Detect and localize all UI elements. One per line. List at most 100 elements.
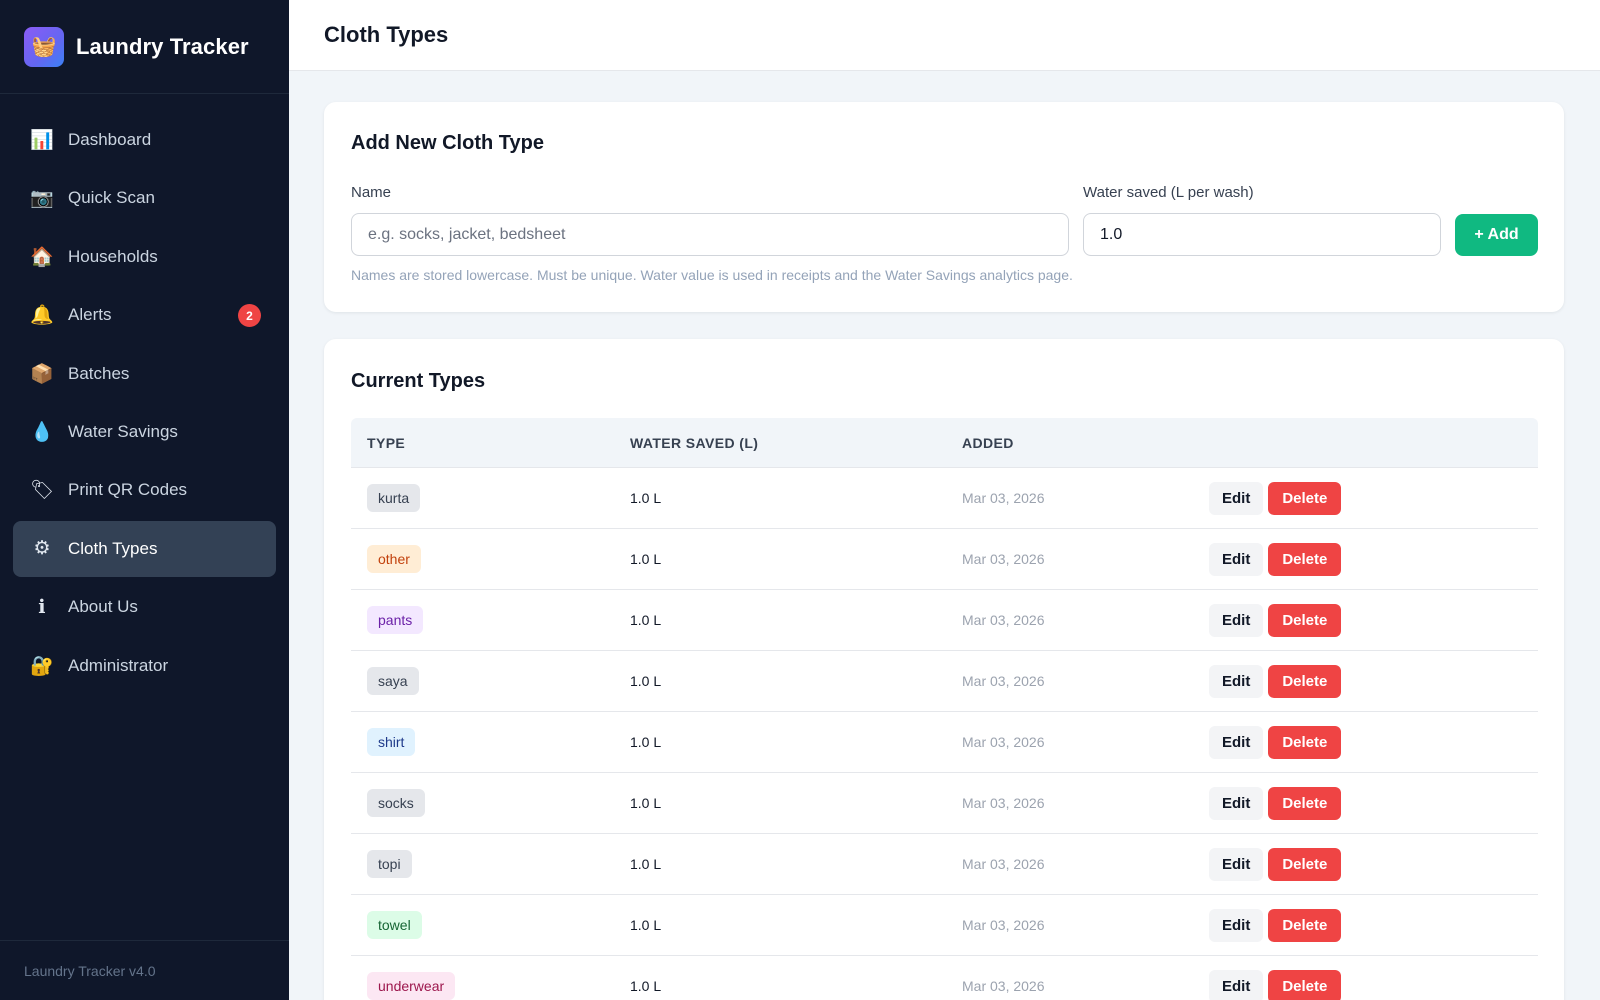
delete-button[interactable]: Delete <box>1268 725 1342 759</box>
form-hint: Names are stored lowercase. Must be uniq… <box>351 267 1073 283</box>
type-cell: socks <box>367 773 425 833</box>
delete-button[interactable]: Delete <box>1268 969 1342 1000</box>
sidebar-item-households[interactable]: 🏠 Households <box>13 229 276 285</box>
delete-button[interactable]: Delete <box>1268 664 1342 698</box>
cloth-type-tag: kurta <box>367 484 421 512</box>
sidebar-item-cloth-types[interactable]: ⚙ Cloth Types <box>13 520 276 577</box>
cloth-type-tag: other <box>367 545 421 573</box>
table-row: saya 1.0 L Mar 03, 2026 Edit Delete <box>351 651 1538 712</box>
cloth-type-tag: saya <box>367 667 419 695</box>
delete-button[interactable]: Delete <box>1268 908 1342 942</box>
cloth-type-tag: towel <box>367 911 422 939</box>
cloth-types-table: TYPE WATER SAVED (L) ADDED kurta 1.0 L Mar… <box>351 418 1538 1000</box>
table-body: kurta 1.0 L Mar 03, 2026 Edit Delete other 1.0… <box>351 468 1538 1000</box>
sidebar-item-label: Water Savings <box>68 421 178 441</box>
actions-cell: Edit Delete <box>1209 468 1342 528</box>
cloth-type-tag: underwear <box>367 972 456 1000</box>
page-header: Cloth Types <box>289 0 1600 71</box>
type-cell: kurta <box>367 468 421 528</box>
type-cell: underwear <box>367 956 456 1000</box>
column-header-water[interactable]: WATER SAVED (L) <box>630 435 758 451</box>
sidebar: 🧺 Laundry Tracker 📊 Dashboard 📷 Quick Scan 🏠… <box>0 0 289 1000</box>
delete-button[interactable]: Delete <box>1268 847 1342 881</box>
brand[interactable]: 🧺 Laundry Tracker <box>0 0 289 94</box>
added-date-cell: Mar 03, 2026 <box>962 612 1045 628</box>
actions-cell: Edit Delete <box>1209 895 1342 955</box>
actions-cell: Edit Delete <box>1209 712 1342 772</box>
bell-icon: 🔔 <box>30 305 54 327</box>
column-header-type[interactable]: TYPE <box>367 435 405 451</box>
current-types-title: Current Types <box>351 370 486 392</box>
column-header-added[interactable]: ADDED <box>962 435 1014 451</box>
water-saved-cell: 1.0 L <box>630 551 662 567</box>
gear-icon: ⚙ <box>33 538 51 560</box>
sidebar-nav: 📊 Dashboard 📷 Quick Scan 🏠 Households 🔔 Alerts 2… <box>13 112 276 696</box>
table-row: shirt 1.0 L Mar 03, 2026 Edit Delete <box>351 712 1538 773</box>
sidebar-item-print-qr-codes[interactable]: 🏷 Print QR Codes <box>13 462 276 518</box>
actions-cell: Edit Delete <box>1209 651 1342 711</box>
actions-cell: Edit Delete <box>1209 834 1342 894</box>
delete-button[interactable]: Delete <box>1268 481 1342 515</box>
water-saved-input[interactable] <box>1083 213 1441 256</box>
table-header: TYPE WATER SAVED (L) ADDED <box>351 418 1538 468</box>
type-cell: towel <box>367 895 422 955</box>
edit-button[interactable]: Edit <box>1209 481 1264 515</box>
edit-button[interactable]: Edit <box>1209 847 1264 881</box>
page-title: Cloth Types <box>324 22 449 47</box>
label-tag-icon: 🏷 <box>29 480 55 502</box>
edit-button[interactable]: Edit <box>1209 664 1264 698</box>
table-row: towel 1.0 L Mar 03, 2026 Edit Delete <box>351 895 1538 956</box>
edit-button[interactable]: Edit <box>1209 725 1264 759</box>
sidebar-item-label: Households <box>68 246 158 266</box>
edit-button[interactable]: Edit <box>1209 542 1264 576</box>
edit-button[interactable]: Edit <box>1209 786 1264 820</box>
actions-cell: Edit Delete <box>1209 529 1342 589</box>
delete-button[interactable]: Delete <box>1268 603 1342 637</box>
edit-button[interactable]: Edit <box>1209 603 1264 637</box>
water-field-label: Water saved (L per wash) <box>1083 184 1254 201</box>
sidebar-item-label: Quick Scan <box>68 188 155 208</box>
table-row: socks 1.0 L Mar 03, 2026 Edit Delete <box>351 773 1538 834</box>
sidebar-item-label: Batches <box>68 363 130 383</box>
actions-cell: Edit Delete <box>1209 773 1342 833</box>
type-cell: other <box>367 529 421 589</box>
alerts-count-badge: 2 <box>238 304 261 328</box>
name-input[interactable] <box>351 213 1069 256</box>
sidebar-item-label: Cloth Types <box>68 538 158 558</box>
cloth-type-tag: socks <box>367 789 425 817</box>
added-date-cell: Mar 03, 2026 <box>962 551 1045 567</box>
sidebar-item-label: Print QR Codes <box>68 480 188 500</box>
water-saved-cell: 1.0 L <box>630 673 662 689</box>
edit-button[interactable]: Edit <box>1209 969 1264 1000</box>
delete-button[interactable]: Delete <box>1268 542 1342 576</box>
info-icon: ℹ <box>38 596 46 618</box>
actions-cell: Edit Delete <box>1209 590 1342 650</box>
water-saved-cell: 1.0 L <box>630 490 662 506</box>
type-cell: pants <box>367 590 424 650</box>
added-date-cell: Mar 03, 2026 <box>962 490 1045 506</box>
table-row: other 1.0 L Mar 03, 2026 Edit Delete <box>351 529 1538 590</box>
cloth-type-tag: shirt <box>367 728 416 756</box>
sidebar-item-about-us[interactable]: ℹ About Us <box>13 579 276 635</box>
add-button[interactable]: + Add <box>1455 214 1538 256</box>
sidebar-item-label: Dashboard <box>68 130 152 149</box>
sidebar-item-water-savings[interactable]: 💧 Water Savings <box>13 404 276 460</box>
current-types-card: Current Types TYPE WATER SAVED (L) ADDED… <box>324 339 1564 1000</box>
app-title: Laundry Tracker <box>76 33 249 59</box>
actions-cell: Edit Delete <box>1209 956 1342 1000</box>
lock-icon: 🔐 <box>30 655 54 677</box>
table-row: kurta 1.0 L Mar 03, 2026 Edit Delete <box>351 468 1538 529</box>
sidebar-item-label: About Us <box>68 597 138 617</box>
sidebar-item-batches[interactable]: 📦 Batches <box>13 346 276 402</box>
sidebar-item-quick-scan[interactable]: 📷 Quick Scan <box>13 170 276 226</box>
sidebar-item-dashboard[interactable]: 📊 Dashboard <box>13 112 276 168</box>
water-saved-cell: 1.0 L <box>630 917 662 933</box>
sidebar-item-label: Administrator <box>68 655 169 675</box>
edit-button[interactable]: Edit <box>1209 908 1264 942</box>
water-saved-cell: 1.0 L <box>630 612 662 628</box>
delete-button[interactable]: Delete <box>1268 786 1342 820</box>
sidebar-item-administrator[interactable]: 🔐 Administrator <box>13 638 276 694</box>
water-saved-cell: 1.0 L <box>630 734 662 750</box>
water-saved-cell: 1.0 L <box>630 795 662 811</box>
sidebar-item-alerts[interactable]: 🔔 Alerts 2 <box>13 287 276 343</box>
